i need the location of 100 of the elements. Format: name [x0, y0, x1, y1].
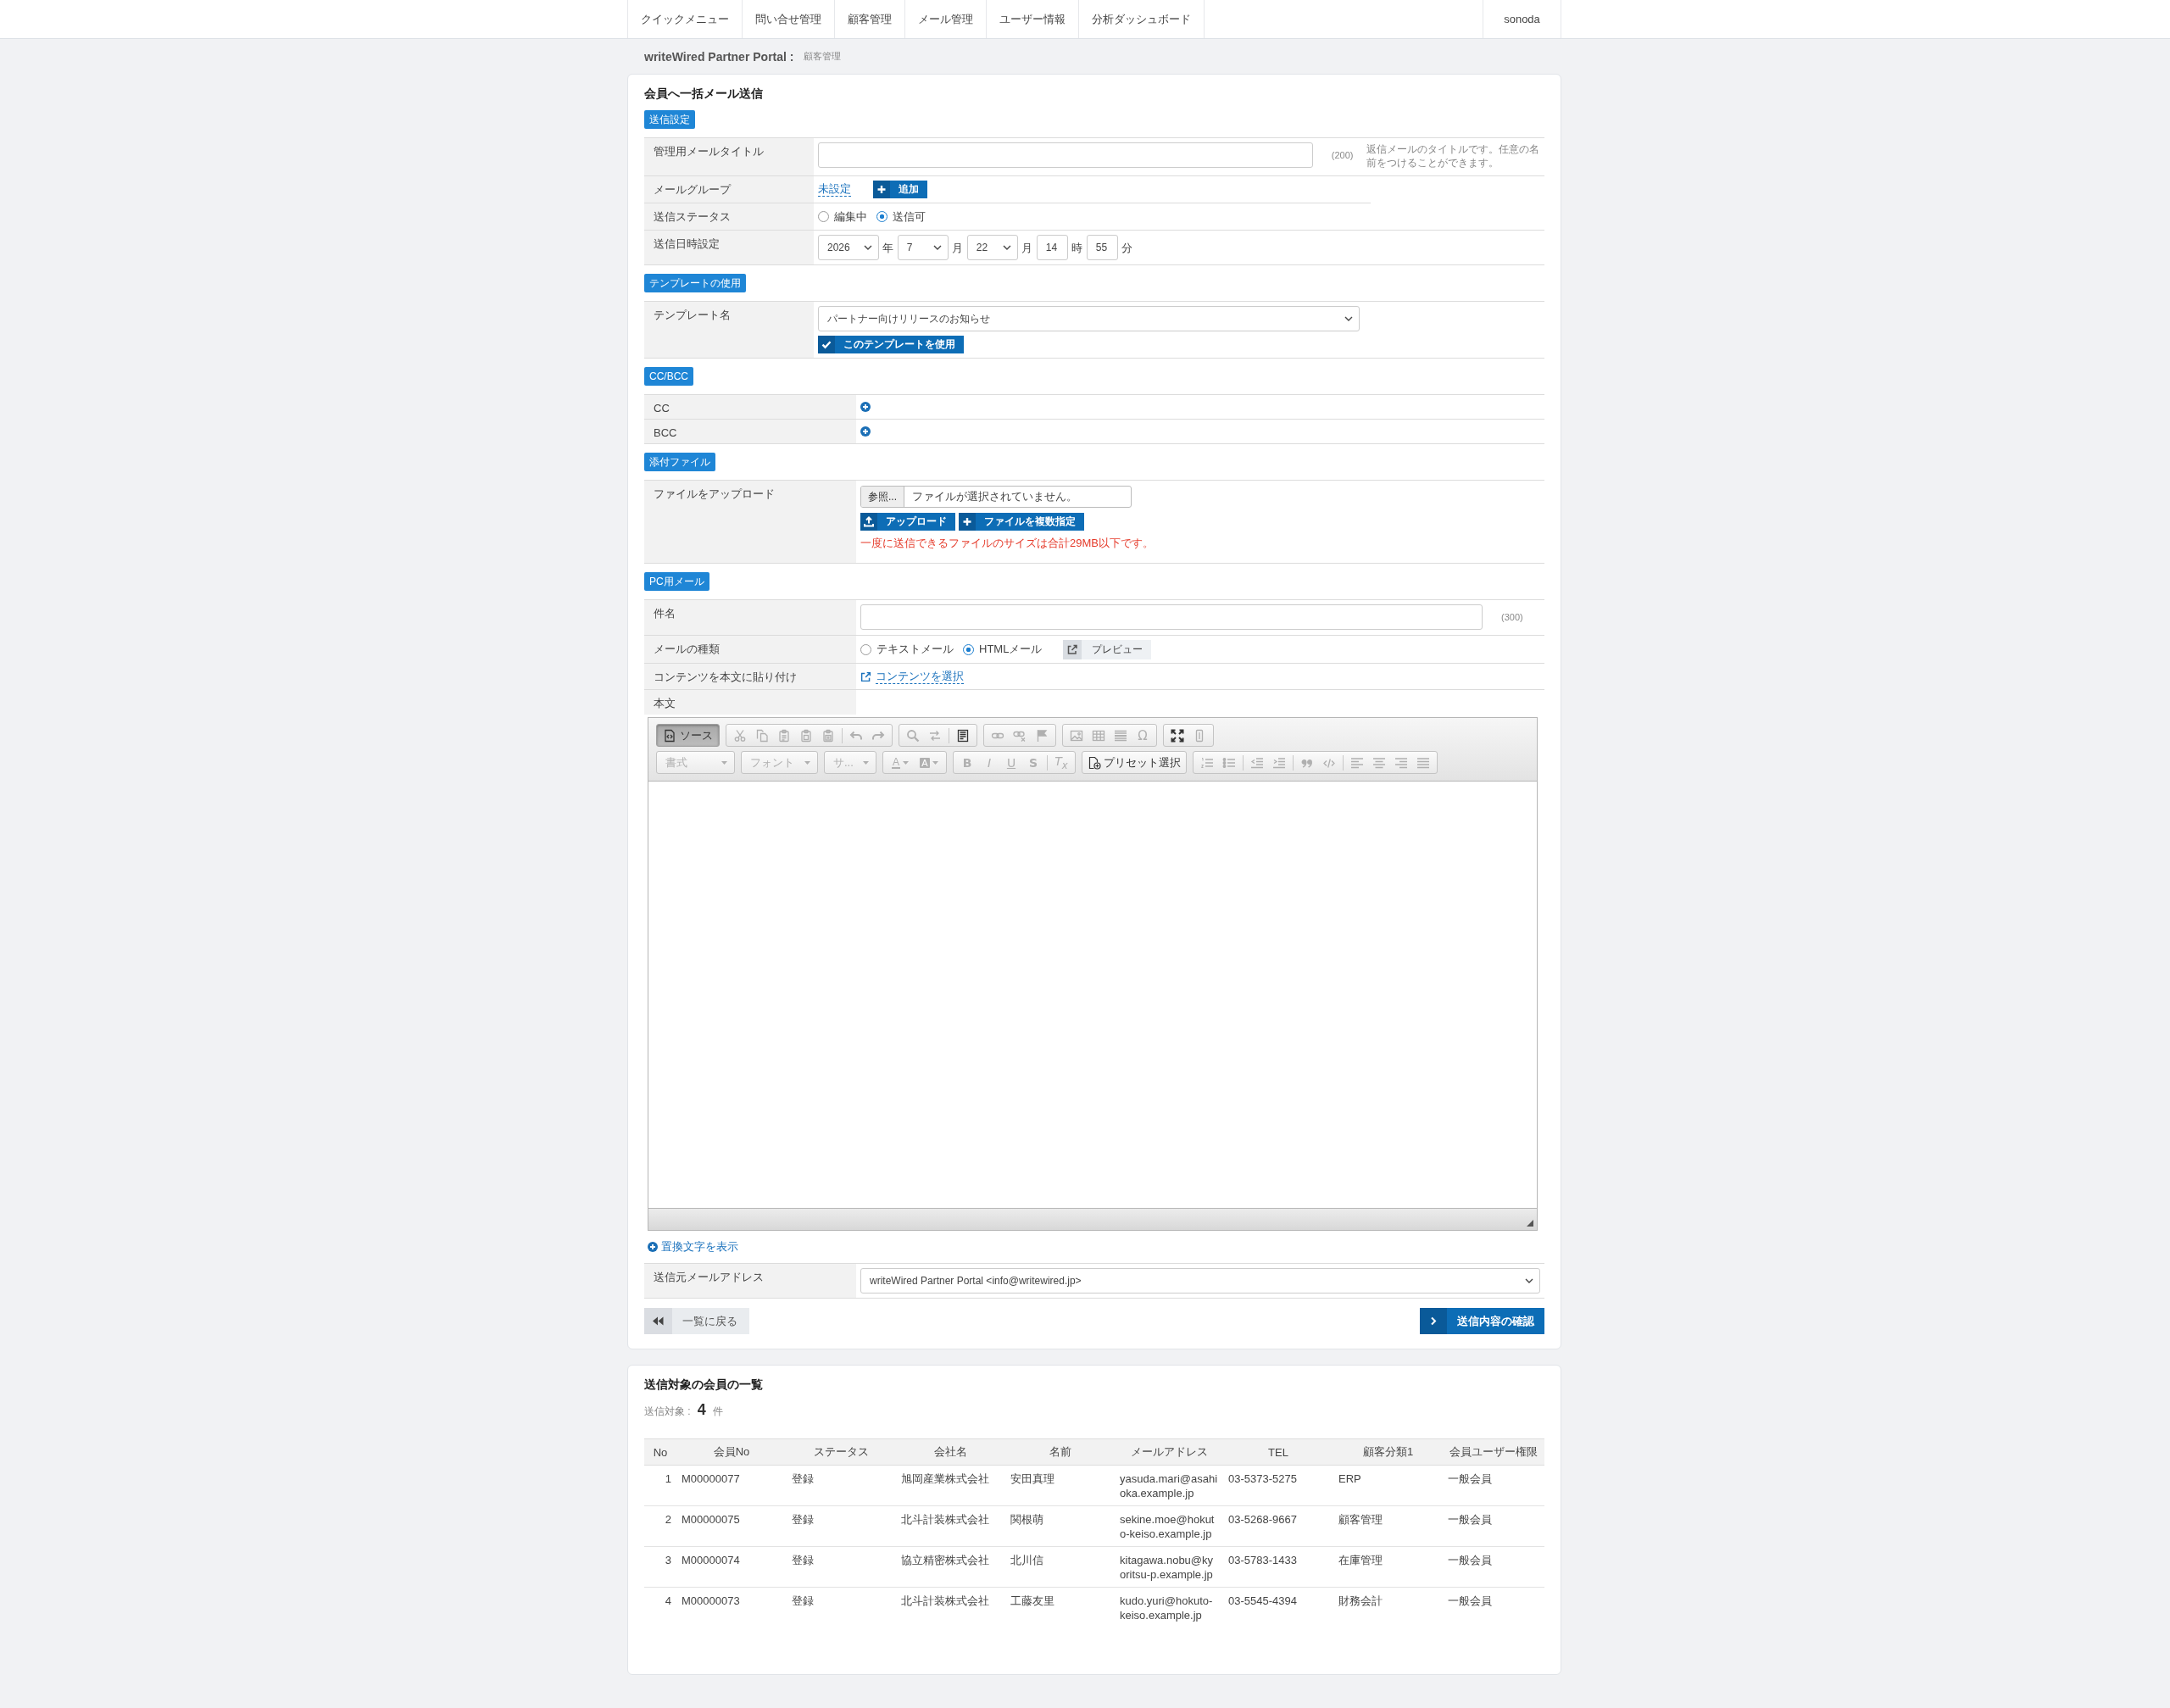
sender-address-select[interactable]: writeWired Partner Portal <info@writewired.jp> [860, 1268, 1540, 1294]
caret-icon [721, 760, 727, 765]
radio-button[interactable] [963, 643, 974, 655]
caret-icon [932, 760, 938, 765]
source-button[interactable]: ソース [656, 724, 720, 747]
maximize-icon [1171, 728, 1184, 743]
table-cell: 関根萌 [1005, 1505, 1115, 1547]
radio-label: 編集中 [834, 209, 867, 225]
radio-button[interactable] [876, 211, 887, 222]
add-circle-icon[interactable] [860, 402, 871, 412]
clipboard-icon [821, 728, 835, 743]
show-placeholders-link[interactable]: 置換文字を表示 [661, 1239, 738, 1255]
table-cell: M00000075 [676, 1505, 787, 1547]
nav-menu-item[interactable]: クイックメニュー [627, 0, 743, 38]
external-link-icon [1063, 639, 1082, 659]
column-header: 会社名 [896, 1438, 1005, 1466]
mail-group-link[interactable]: 未設定 [818, 182, 851, 197]
column-header: ステータス [787, 1438, 896, 1466]
outdent-icon [1250, 755, 1264, 770]
nav-menu-item[interactable]: 顧客管理 [835, 0, 905, 38]
upload-icon [860, 513, 877, 531]
field-label: コンテンツを本文に貼り付け [644, 664, 856, 689]
table-cell: 在庫管理 [1333, 1546, 1443, 1588]
field-label: CC [644, 395, 856, 419]
section-badge: PC用メール [644, 572, 709, 591]
column-header: No [644, 1438, 676, 1466]
field-label: 管理用メールタイトル [644, 138, 814, 175]
table-cell: 旭岡産業株式会社 [896, 1465, 1005, 1506]
chevron-down-icon [1002, 245, 1011, 250]
day-unit-label: 月 [1021, 241, 1032, 256]
table-cell: 03-5783-1433 [1223, 1546, 1333, 1588]
help-text: 返信メールのタイトルです。任意の名前をつけることができます。 [1366, 142, 1540, 170]
table-cell: 登録 [787, 1546, 896, 1588]
preview-button[interactable]: プレビュー [1063, 639, 1152, 659]
field-label: 本文 [644, 690, 856, 715]
table-cell: 財務会計 [1333, 1587, 1443, 1627]
char-counter: (200) [1331, 150, 1354, 160]
confirm-button[interactable]: 送信内容の確認 [1420, 1308, 1544, 1334]
table-cell: sekine.moe@hokuto-keiso.example.jp [1115, 1505, 1223, 1547]
card-title: 送信対象の会員の一覧 [644, 1377, 764, 1393]
year-select[interactable]: 2026 [818, 235, 879, 260]
text-input[interactable] [818, 142, 1313, 168]
add-button[interactable]: 追加 [873, 181, 927, 198]
nav-menu-item[interactable]: ユーザー情報 [987, 0, 1079, 38]
multiple-files-button[interactable]: ファイルを複数指定 [959, 513, 1084, 531]
search-icon [906, 728, 920, 743]
nav-menu-item[interactable]: メール管理 [905, 0, 987, 38]
table-cell: 工藤友里 [1005, 1587, 1115, 1627]
table-cell: 登録 [787, 1587, 896, 1627]
use-template-button[interactable]: このテンプレートを使用 [818, 336, 964, 353]
recipient-count: 4 [697, 1401, 706, 1419]
chevron-right-icon [1420, 1308, 1447, 1334]
align-center-icon [1372, 755, 1386, 770]
template-select[interactable]: パートナー向けリリースのお知らせ [818, 306, 1360, 331]
column-header: 会員No [676, 1438, 787, 1466]
day-select[interactable]: 22 [966, 235, 1018, 260]
count-label: 送信対象 : [644, 1405, 691, 1419]
check-icon [818, 336, 835, 353]
radio-button[interactable] [860, 643, 871, 655]
hour-input[interactable]: 14 [1036, 235, 1068, 260]
table-cell: M00000077 [676, 1465, 787, 1506]
preset-button[interactable]: プリセット選択 [1082, 751, 1187, 774]
nav-menu-item[interactable]: 問い合せ管理 [743, 0, 835, 38]
add-circle-icon[interactable] [860, 426, 871, 437]
clipboard-icon [799, 728, 813, 743]
char-counter: (300) [1501, 612, 1523, 622]
scissors-icon [733, 728, 747, 743]
table-cell: 安田真理 [1005, 1465, 1115, 1506]
table-cell: 登録 [787, 1505, 896, 1547]
nav-menu-item[interactable]: 分析ダッシュボード [1079, 0, 1205, 38]
field-label: メールの種類 [644, 636, 856, 663]
table-cell: 顧客管理 [1333, 1505, 1443, 1547]
table-cell: M00000073 [676, 1587, 787, 1627]
field-label: ファイルをアップロード [644, 481, 856, 563]
back-to-list-button[interactable]: 一覧に戻る [644, 1308, 749, 1334]
caret-icon [804, 760, 810, 765]
chevron-down-icon [1525, 1278, 1533, 1283]
table-cell: kudo.yuri@hokuto-keiso.example.jp [1115, 1587, 1223, 1627]
swap-arrows-icon [928, 728, 942, 743]
minute-input[interactable]: 55 [1086, 235, 1118, 260]
table-cell: M00000074 [676, 1546, 787, 1588]
radio-button[interactable] [818, 211, 829, 222]
field-label: テンプレート名 [644, 302, 814, 358]
resize-handle-icon[interactable] [1527, 1220, 1533, 1227]
field-label: メールグループ [644, 176, 814, 203]
upload-button[interactable]: アップロード [860, 513, 955, 531]
radio-label: 送信可 [893, 209, 926, 225]
subject-input[interactable] [860, 604, 1483, 630]
document-code-icon [663, 728, 676, 743]
user-menu[interactable]: sonoda [1483, 0, 1561, 38]
plus-icon [959, 513, 976, 531]
breadcrumb-page: 顧客管理 [804, 50, 842, 63]
select-contents-link[interactable]: コンテンツを選択 [876, 669, 964, 684]
table-cell: 一般会員 [1443, 1587, 1544, 1627]
file-input[interactable]: 参照... ファイルが選択されていません。 [860, 486, 1132, 508]
section-badge: テンプレートの使用 [644, 274, 746, 292]
align-right-icon [1394, 755, 1408, 770]
month-select[interactable]: 7 [897, 235, 949, 260]
radio-label: テキストメール [876, 642, 954, 657]
flag-icon [1035, 728, 1049, 743]
